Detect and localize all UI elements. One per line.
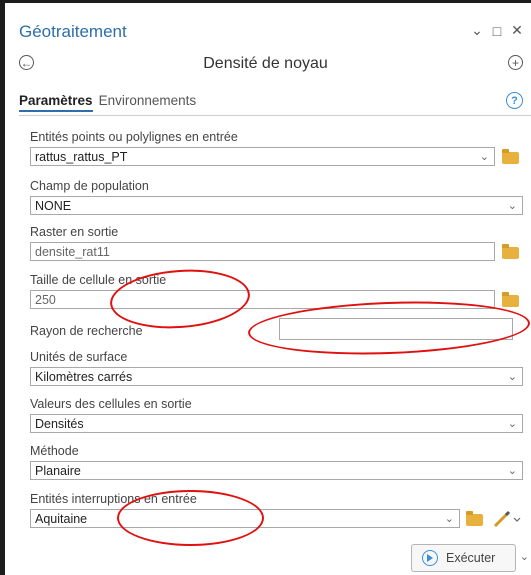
tab-parametres[interactable]: Paramètres [19, 93, 93, 112]
barriers-value: Aquitaine [35, 512, 88, 526]
folder-browse-icon[interactable] [466, 511, 483, 526]
chevron-down-icon[interactable]: ⌄ [480, 148, 489, 167]
method-label: Méthode [30, 444, 79, 458]
options-dropdown-icon[interactable]: ⌄ [471, 22, 483, 39]
play-icon [422, 550, 438, 566]
pane-title: Géotraitement [19, 22, 127, 41]
method-select[interactable]: Planaire ⌄ [30, 461, 523, 480]
window-border-left [0, 0, 5, 575]
tool-title: Densité de noyau [203, 55, 328, 72]
window-controls: ⌄ □ ✕ [471, 22, 523, 39]
restore-icon[interactable]: □ [491, 23, 503, 39]
population-field-select[interactable]: NONE ⌄ [30, 196, 523, 215]
folder-browse-icon[interactable] [502, 244, 519, 259]
add-icon[interactable]: + [508, 55, 523, 70]
output-raster-input[interactable]: densite_rat11 [30, 242, 495, 261]
area-units-value: Kilomètres carrés [35, 370, 133, 384]
close-icon[interactable]: ✕ [511, 22, 523, 39]
output-values-value: Densités [35, 417, 84, 431]
window-border-top [0, 0, 531, 3]
chevron-down-icon[interactable]: ⌄ [508, 415, 517, 434]
method-value: Planaire [35, 464, 81, 478]
folder-browse-icon[interactable] [502, 292, 519, 307]
area-units-label: Unités de surface [30, 350, 128, 364]
output-raster-label: Raster en sortie [30, 225, 119, 239]
run-button[interactable]: Exécuter ⌄ [411, 544, 529, 572]
chevron-down-icon[interactable]: ⌄ [445, 510, 454, 529]
chevron-down-icon[interactable]: ⌄ [508, 197, 517, 216]
population-field-value: NONE [35, 199, 72, 213]
area-units-select[interactable]: Kilomètres carrés ⌄ [30, 367, 523, 386]
help-icon[interactable]: ? [506, 92, 523, 109]
run-button-label: Exécuter [446, 551, 496, 565]
chevron-down-icon[interactable]: ⌄ [508, 462, 517, 481]
folder-browse-icon[interactable] [502, 149, 519, 164]
chevron-down-icon[interactable]: ⌄ [508, 368, 517, 387]
input-features-combobox[interactable]: rattus_rattus_PT ⌄ [30, 147, 495, 166]
output-values-select[interactable]: Densités ⌄ [30, 414, 523, 433]
tab-bar: Paramètres Environnements [19, 93, 197, 112]
output-values-label: Valeurs des cellules en sortie [30, 397, 192, 411]
input-features-value: rattus_rattus_PT [35, 150, 128, 164]
search-radius-label: Rayon de recherche [30, 324, 143, 338]
red-annotation-ellipse [117, 490, 264, 546]
tab-divider [19, 115, 531, 116]
input-features-label: Entités points ou polylignes en entrée [30, 130, 238, 144]
population-field-label: Champ de population [30, 179, 149, 193]
chevron-down-icon[interactable]: ⌄ [520, 550, 529, 563]
tab-environnements[interactable]: Environnements [99, 93, 197, 108]
pencil-icon[interactable] [492, 509, 522, 529]
